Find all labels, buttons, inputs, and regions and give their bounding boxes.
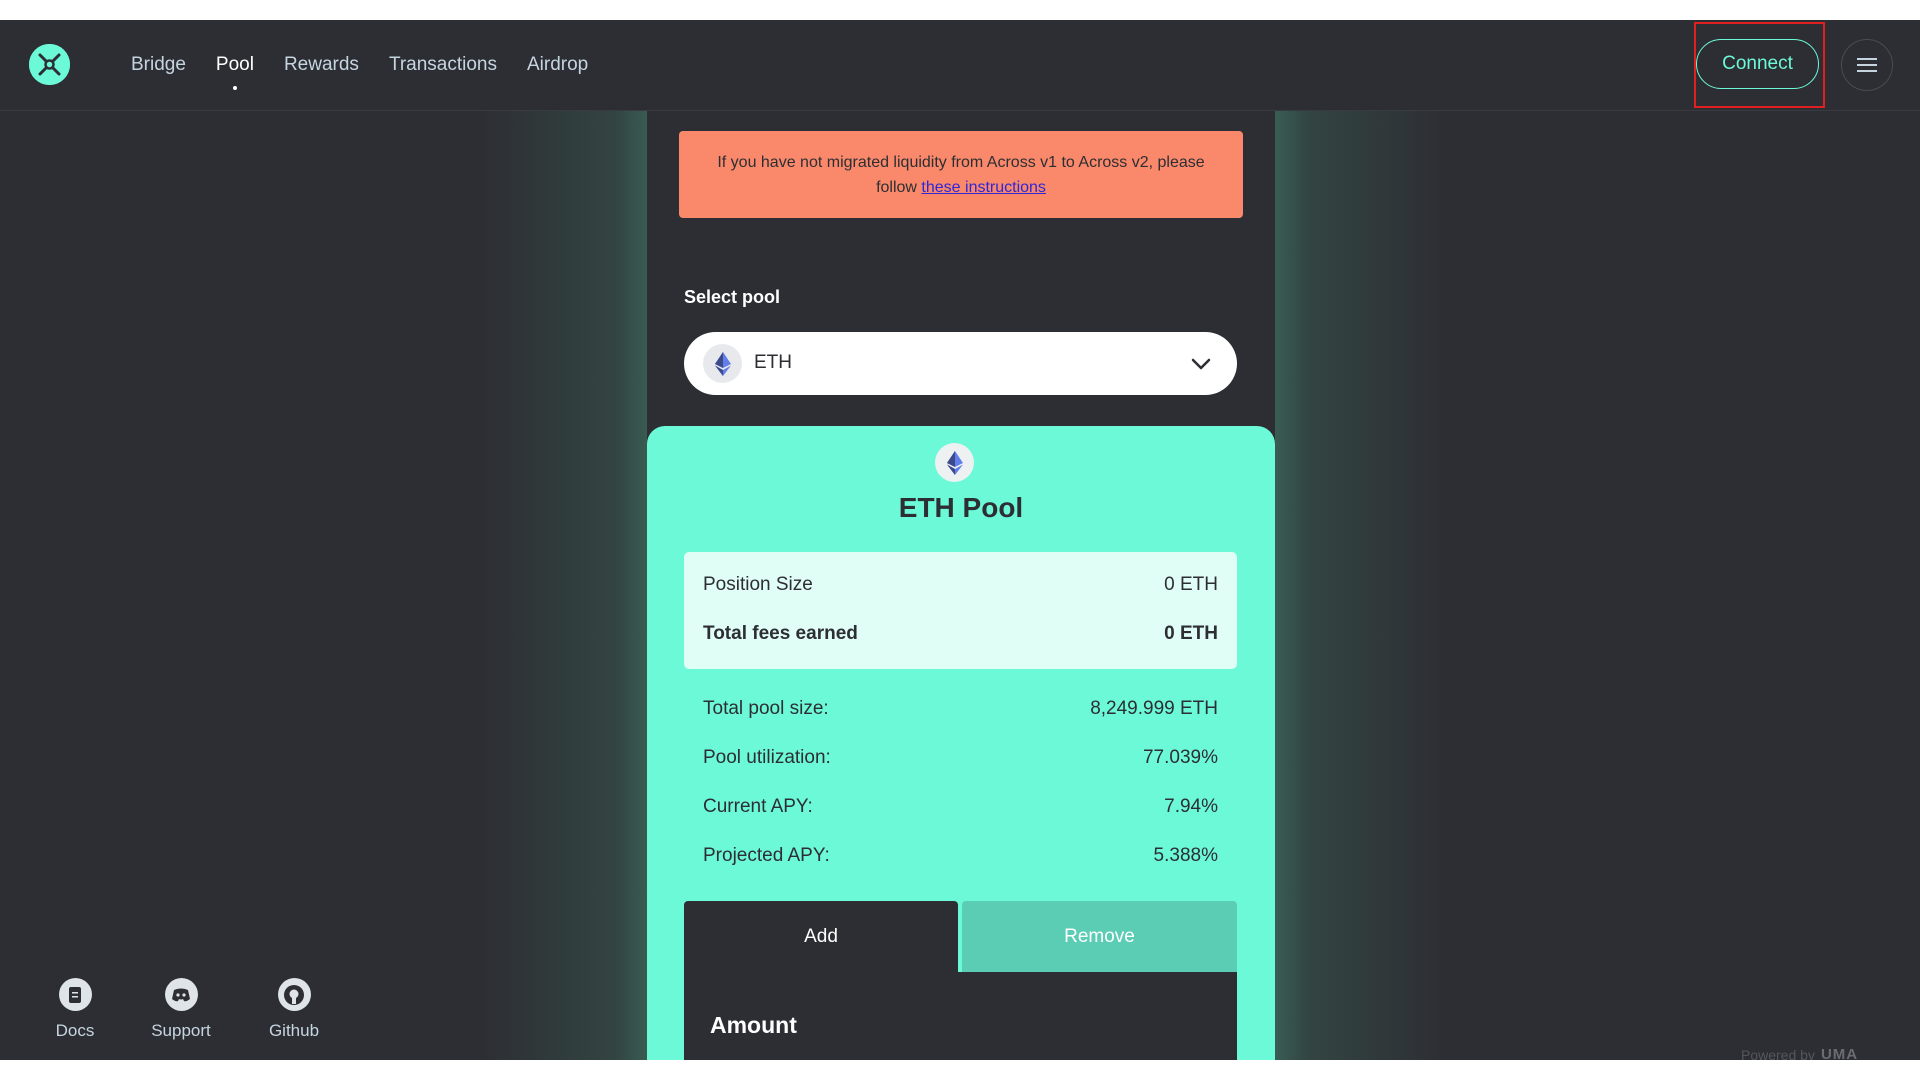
discord-icon bbox=[164, 978, 198, 1011]
instructions-link[interactable]: these instructions bbox=[921, 179, 1046, 196]
migration-banner: If you have not migrated liquidity from … bbox=[679, 131, 1243, 218]
eth-pool-icon bbox=[935, 443, 974, 482]
fees-earned-value: 0 ETH bbox=[1164, 623, 1218, 644]
hamburger-icon bbox=[1857, 58, 1877, 72]
stat-value: 7.94% bbox=[1164, 796, 1218, 817]
connect-highlight-box bbox=[1694, 22, 1825, 108]
app-window: Bridge Pool Rewards Transactions Airdrop… bbox=[0, 20, 1920, 1060]
selected-pool-value: ETH bbox=[754, 352, 792, 373]
stat-value: 77.039% bbox=[1142, 747, 1218, 768]
pool-select-dropdown[interactable]: ETH bbox=[684, 332, 1237, 395]
amount-label: Amount bbox=[710, 1012, 797, 1038]
nav-bridge[interactable]: Bridge bbox=[131, 54, 186, 76]
position-size-row: Position Size 0 ETH bbox=[703, 574, 1218, 596]
position-size-label: Position Size bbox=[703, 574, 813, 595]
nav-transactions[interactable]: Transactions bbox=[389, 54, 497, 76]
powered-by-label: Powered by bbox=[1741, 1046, 1815, 1061]
stat-value: 5.388% bbox=[1153, 845, 1218, 866]
top-header: Bridge Pool Rewards Transactions Airdrop… bbox=[0, 20, 1920, 111]
chevron-down-icon bbox=[1191, 358, 1211, 370]
fees-earned-label: Total fees earned bbox=[703, 623, 858, 644]
stat-row-pool-utilization: Pool utilization: 77.039% bbox=[703, 747, 1218, 769]
github-icon bbox=[277, 978, 311, 1011]
tab-add[interactable]: Add bbox=[684, 901, 958, 972]
select-pool-label: Select pool bbox=[684, 287, 781, 307]
stat-row-total-pool-size: Total pool size: 8,249.999 ETH bbox=[703, 698, 1218, 720]
stat-row-current-apy: Current APY: 7.94% bbox=[703, 796, 1218, 818]
stat-value: 8,249.999 ETH bbox=[1090, 698, 1218, 719]
position-box bbox=[684, 552, 1237, 669]
footer-docs-link[interactable]: Docs bbox=[40, 978, 110, 1041]
pool-title: ETH Pool bbox=[898, 492, 1024, 523]
stat-row-projected-apy: Projected APY: 5.388% bbox=[703, 845, 1218, 867]
eth-icon bbox=[703, 344, 742, 383]
footer-docs-label: Docs bbox=[55, 1021, 95, 1040]
background-glow-left bbox=[480, 110, 650, 1060]
position-size-value: 0 ETH bbox=[1164, 574, 1218, 595]
nav-rewards[interactable]: Rewards bbox=[284, 54, 359, 76]
footer-support-link[interactable]: Support bbox=[146, 978, 216, 1041]
stat-label: Pool utilization: bbox=[703, 747, 831, 768]
background-glow-right bbox=[1275, 110, 1445, 1060]
stat-label: Projected APY: bbox=[703, 845, 830, 866]
tab-remove[interactable]: Remove bbox=[962, 901, 1237, 972]
fees-earned-row: Total fees earned 0 ETH bbox=[703, 623, 1218, 645]
powered-by[interactable]: Powered by UMA bbox=[1741, 1046, 1858, 1060]
footer-github-link[interactable]: Github bbox=[259, 978, 329, 1041]
stat-label: Total pool size: bbox=[703, 698, 829, 719]
main-nav: Bridge Pool Rewards Transactions Airdrop bbox=[131, 20, 618, 110]
docs-icon bbox=[58, 978, 92, 1011]
menu-button[interactable] bbox=[1841, 39, 1893, 91]
nav-airdrop[interactable]: Airdrop bbox=[527, 54, 588, 76]
footer-support-label: Support bbox=[151, 1021, 211, 1040]
footer-github-label: Github bbox=[268, 1021, 320, 1040]
nav-pool[interactable]: Pool bbox=[216, 54, 254, 90]
across-logo-icon[interactable] bbox=[29, 44, 70, 85]
stat-label: Current APY: bbox=[703, 796, 813, 817]
uma-logo: UMA bbox=[1820, 1046, 1859, 1060]
